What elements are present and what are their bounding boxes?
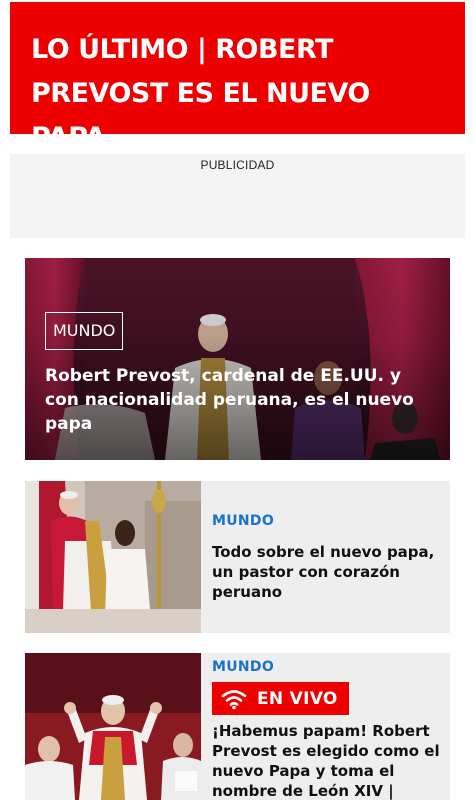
article-card[interactable]: MUNDO Todo sobre el nuevo papa, un pasto… [25, 481, 450, 633]
article-card-live[interactable]: MUNDO EN VIVO ¡Habemus papam! Robert Pre… [25, 653, 450, 800]
article-thumbnail [25, 481, 201, 633]
advertisement-slot[interactable]: PUBLICIDAD [10, 154, 465, 238]
advertisement-label: PUBLICIDAD [200, 158, 275, 172]
article-category[interactable]: MUNDO [212, 513, 442, 529]
article-category[interactable]: MUNDO [212, 659, 442, 675]
breaking-news-text: LO ÚLTIMO | ROBERT PREVOST ES EL NUEVO P… [31, 34, 370, 153]
article-title[interactable]: ¡Habemus papam! Robert Prevost es elegid… [212, 721, 442, 800]
article-thumbnail [25, 653, 201, 800]
hero-article-title[interactable]: Robert Prevost, cardenal de EE.UU. y con… [45, 364, 415, 436]
hero-category-tag[interactable]: MUNDO [45, 312, 124, 350]
live-badge[interactable]: EN VIVO [212, 682, 349, 715]
article-title[interactable]: Todo sobre el nuevo papa, un pastor con … [212, 542, 442, 602]
hero-article-card[interactable]: MUNDO Robert Prevost, cardenal de EE.UU.… [25, 258, 450, 460]
live-badge-label: EN VIVO [257, 688, 338, 709]
breaking-news-banner[interactable]: LO ÚLTIMO | ROBERT PREVOST ES EL NUEVO P… [10, 2, 465, 153]
wifi-icon [221, 689, 247, 709]
